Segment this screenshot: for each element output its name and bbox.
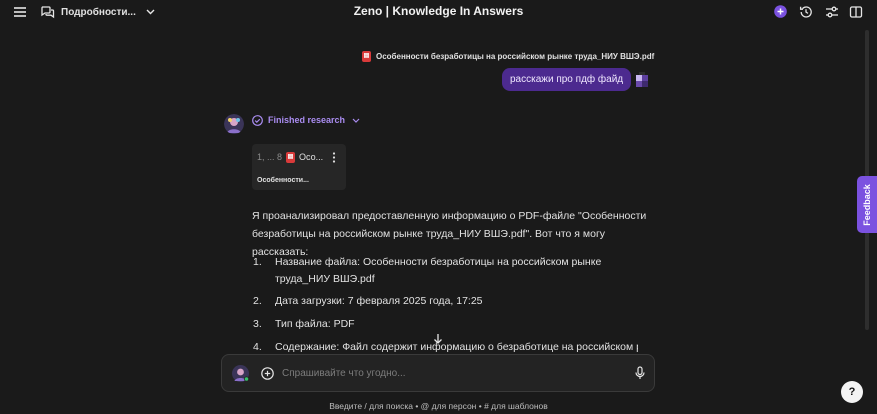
list-item: 1. Название файла: Особенности безработи… [253, 254, 638, 288]
list-item-text: Дата загрузки: 7 февраля 2025 года, 17:2… [275, 295, 483, 307]
list-item: 2. Дата загрузки: 7 февраля 2025 года, 1… [253, 293, 638, 310]
composer [221, 354, 655, 392]
history-icon[interactable] [799, 5, 813, 19]
list-item-text: Тип файла: PDF [275, 318, 355, 330]
pdf-icon: ▤ [286, 152, 295, 163]
microphone-icon[interactable] [635, 366, 645, 380]
attached-file[interactable]: ▤ Особенности безработицы на российском … [358, 48, 658, 64]
user-message: расскажи про пдф файд [502, 68, 632, 91]
settings-sliders-icon[interactable] [825, 5, 839, 19]
feedback-tab[interactable]: Feedback [857, 176, 877, 233]
sidebar-toggle-icon[interactable] [849, 5, 863, 19]
source-pages: 1, ... 8 [257, 152, 283, 162]
app-title: Zeno | Knowledge In Answers [353, 4, 524, 18]
more-vertical-icon[interactable] [332, 152, 336, 163]
help-button[interactable]: ? [841, 381, 863, 403]
list-item-text: Название файла: Особенности безработицы … [275, 256, 602, 285]
source-name: Осо... [299, 152, 324, 162]
chevron-down-icon [352, 118, 360, 123]
add-plus-icon[interactable] [261, 367, 274, 380]
research-status-label: Finished research [268, 115, 346, 125]
new-chat-plus-icon[interactable] [774, 5, 787, 18]
persona-avatar[interactable] [232, 365, 249, 382]
top-bar: Подробности... Zeno | Knowledge In Answe… [0, 0, 877, 26]
assistant-avatar [224, 114, 244, 134]
source-title: Особенности... [257, 177, 309, 184]
list-item-text: Содержание: Файл содержит информацию о б… [275, 341, 638, 353]
answer-intro: Я проанализировал предоставленную информ… [252, 210, 647, 258]
message-input[interactable] [282, 364, 602, 382]
check-circle-icon [252, 114, 263, 126]
list-item: 3. Тип файла: PDF [253, 316, 638, 333]
research-status[interactable]: Finished research [252, 113, 360, 127]
list-item: 4. Содержание: Файл содержит информацию … [253, 339, 638, 353]
user-avatar [632, 71, 652, 91]
feedback-label: Feedback [862, 183, 872, 226]
input-hint: Введите / для поиска • @ для персон • # … [329, 401, 548, 411]
attached-file-name: Особенности безработицы на российском ры… [376, 51, 655, 61]
pdf-icon: ▤ [362, 50, 371, 62]
scroll-down-arrow-icon[interactable] [431, 332, 445, 346]
source-card[interactable]: 1, ... 8 ▤ Осо... Особенности... [252, 144, 346, 190]
user-message-text: расскажи про пдф файд [510, 74, 624, 85]
